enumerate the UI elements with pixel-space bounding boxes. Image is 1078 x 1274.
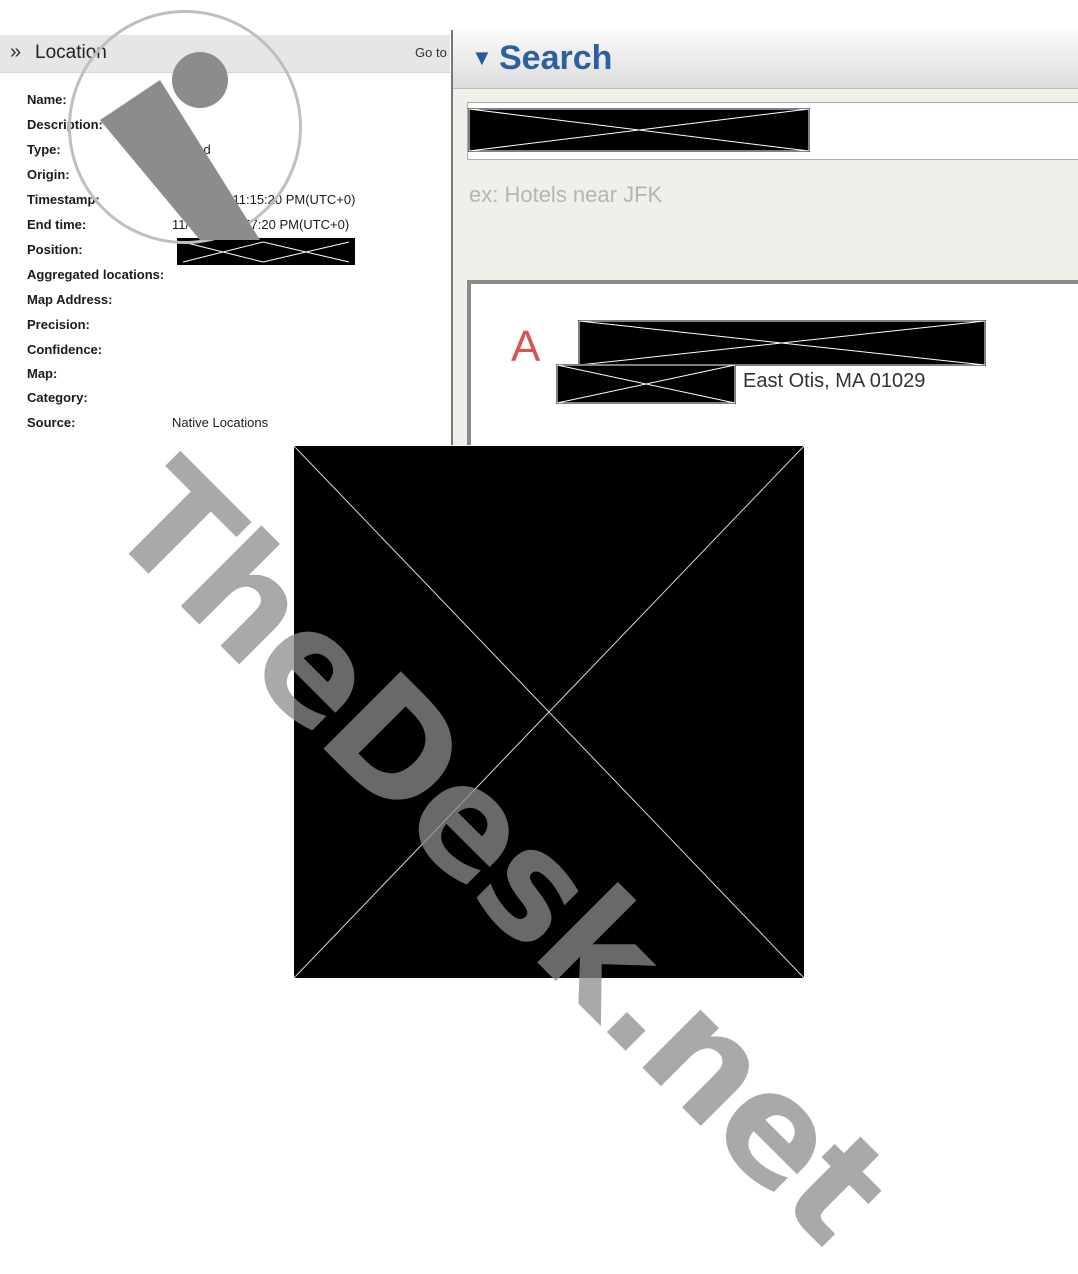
property-label: Source: [27,415,76,430]
search-input[interactable] [467,102,1078,160]
property-label: Precision: [27,317,90,332]
double-chevron-right-icon[interactable]: » [10,41,21,64]
redacted-search-query [468,108,810,152]
watermark-logo-icon [100,52,260,240]
property-label: Map: [27,366,58,381]
redacted-result-name [578,320,986,366]
search-panel: ▼ Search ex: Hotels near JFK A East Otis… [451,30,1078,445]
search-hint: ex: Hotels near JFK [469,182,663,207]
go-to-link[interactable]: Go to [415,45,447,60]
search-panel-header[interactable]: ▼ Search [453,30,1078,89]
redacted-result-street [556,364,736,404]
search-panel-title: Search [499,39,613,77]
triangle-down-icon[interactable]: ▼ [471,45,493,71]
property-label: Category: [27,390,88,405]
property-label: Confidence: [27,342,103,357]
result-marker-a[interactable]: A [511,322,540,372]
property-label: Position: [27,242,83,257]
property-label: Type: [27,142,61,157]
result-address: East Otis, MA 01029 [743,370,926,392]
property-label: Map Address: [27,292,113,307]
property-value: Native Locations [172,415,269,430]
property-label: Aggregated locations: [27,267,165,282]
